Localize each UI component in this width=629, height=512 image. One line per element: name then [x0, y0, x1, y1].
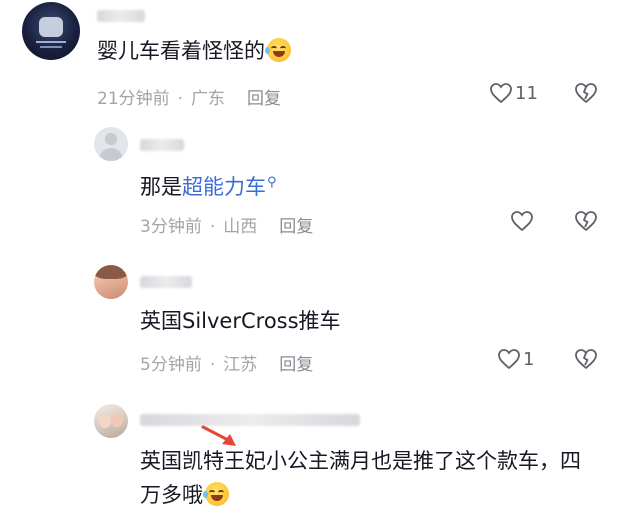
broken-heart-icon[interactable]: [574, 210, 598, 232]
comment-text: 那是超能力车⚲: [140, 168, 277, 202]
heart-outline-icon: [498, 349, 520, 370]
separator-dot: ·: [209, 355, 216, 375]
avatar-photo: [94, 265, 128, 279]
separator-dot: ·: [209, 217, 216, 237]
comment-location: 广东: [191, 89, 226, 109]
comment-time: 3分钟前: [140, 217, 202, 237]
avatar[interactable]: [22, 2, 80, 60]
avatar-photo: [99, 414, 111, 428]
like-button[interactable]: [510, 210, 534, 232]
username-redacted[interactable]: [140, 414, 360, 426]
comment-meta: 5分钟前 · 江苏 回复: [140, 350, 313, 375]
avatar-decoration: [40, 46, 62, 48]
avatar[interactable]: [94, 404, 128, 438]
comment-time: 5分钟前: [140, 355, 202, 375]
avatar-photo: [111, 413, 123, 427]
like-button[interactable]: 11: [489, 82, 538, 104]
comment-location: 江苏: [223, 355, 258, 375]
avatar-placeholder-body: [99, 148, 123, 161]
username-redacted[interactable]: [140, 139, 184, 151]
avatar-decoration: [36, 41, 66, 43]
like-count: 1: [523, 348, 535, 370]
reply-button[interactable]: 回复: [279, 355, 313, 375]
like-button[interactable]: 1: [497, 348, 534, 370]
avatar-emblem: [39, 17, 63, 37]
search-icon: ⚲: [267, 175, 277, 190]
laugh-cry-emoji-icon: [265, 38, 291, 62]
avatar-placeholder-head: [105, 133, 117, 145]
like-count: 11: [515, 82, 538, 104]
comment-text: 婴儿车看着怪怪的: [97, 36, 291, 66]
heart-outline-icon: [490, 83, 512, 104]
avatar[interactable]: [94, 127, 128, 161]
comment-meta: 21分钟前 · 广东 回复: [97, 84, 281, 109]
comment-body: 英国SilverCross推车: [140, 309, 341, 333]
comment-time: 21分钟前: [97, 89, 170, 109]
avatar[interactable]: [94, 265, 128, 299]
reply-button[interactable]: 回复: [247, 89, 281, 109]
username-redacted[interactable]: [140, 276, 192, 288]
comment-text: 英国凯特王妃小公主满月也是推了这个款车，四万多哦: [140, 444, 600, 512]
laugh-cry-emoji-icon: [203, 482, 229, 506]
comment-body: 那是: [140, 175, 182, 199]
comment-meta: 3分钟前 · 山西 回复: [140, 212, 313, 237]
broken-heart-icon[interactable]: [574, 82, 598, 104]
broken-heart-icon[interactable]: [574, 348, 598, 370]
search-link[interactable]: 超能力车: [182, 175, 266, 199]
username-redacted[interactable]: [97, 10, 145, 22]
comment-location: 山西: [223, 217, 258, 237]
comment-text: 英国SilverCross推车: [140, 306, 341, 336]
separator-dot: ·: [177, 89, 184, 109]
reply-button[interactable]: 回复: [279, 217, 313, 237]
comment-body: 婴儿车看着怪怪的: [97, 39, 265, 63]
heart-outline-icon: [511, 211, 533, 232]
